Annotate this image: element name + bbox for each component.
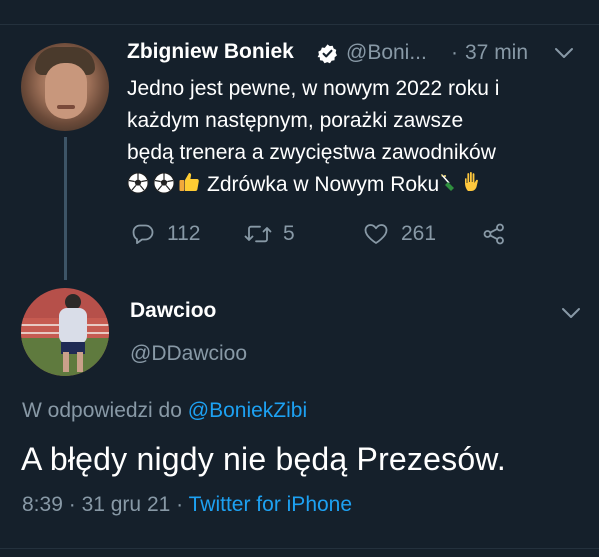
chevron-down-icon[interactable]	[553, 44, 575, 62]
retweet-action[interactable]: 5	[243, 218, 295, 250]
reply-icon	[132, 224, 154, 244]
avatar-dawcioo[interactable]	[21, 288, 109, 376]
parent-text-line-4: Zdrówka w Nowym Roku	[127, 169, 587, 201]
retweet-icon	[244, 225, 272, 243]
parent-text-line-2: każdym następnym, porażki zawsze	[127, 109, 464, 132]
reply-time[interactable]: 8:39	[22, 493, 63, 516]
source-app-link[interactable]: Twitter for iPhone	[189, 493, 352, 516]
top-divider	[0, 24, 599, 25]
raised-hand-icon	[465, 172, 479, 191]
reply-meta-line: 8:39 · 31 gru 21 · Twitter for iPhone	[22, 493, 352, 517]
avatar-boniek[interactable]	[21, 43, 109, 131]
replying-to-label: W odpowiedzi do	[22, 399, 182, 422]
parent-text-line-1: Jedno jest pewne, w nowym 2022 roku i	[127, 77, 500, 100]
parent-text-line-4-text: Zdrówka w Nowym Roku	[207, 173, 440, 196]
avatar-face	[45, 63, 87, 119]
reply-author-handle[interactable]: @DDawcioo	[130, 342, 247, 366]
like-count: 261	[401, 222, 437, 245]
champagne-icon	[441, 174, 455, 191]
like-action[interactable]: 261	[363, 218, 436, 250]
parent-action-bar: 112 5 261	[127, 218, 527, 250]
parent-timestamp[interactable]: 37 min	[465, 41, 528, 65]
verified-badge-icon	[317, 44, 337, 64]
share-icon	[483, 223, 504, 245]
soccer-ball-icon	[127, 172, 149, 194]
bottom-divider	[0, 548, 599, 549]
reply-count: 112	[167, 222, 201, 245]
avatar-runner-shirt	[59, 308, 87, 344]
chevron-down-icon[interactable]	[560, 304, 582, 322]
reply-action[interactable]: 112	[131, 218, 200, 250]
avatar-runner-leg	[77, 352, 83, 372]
parent-author-handle[interactable]: @Boni...	[346, 41, 427, 65]
thread-connector-line	[64, 137, 67, 280]
handle-time-separator: ·	[451, 41, 458, 64]
reply-author-name[interactable]: Dawcioo	[130, 299, 216, 323]
replying-to-line: W odpowiedzi do @BoniekZibi	[22, 399, 307, 423]
heart-icon	[364, 224, 388, 244]
parent-text-line-3: będą trenera a zwycięstwa zawodników	[127, 141, 496, 164]
soccer-ball-icon	[153, 172, 175, 194]
parent-author-name[interactable]: Zbigniew Boniek	[127, 40, 294, 64]
avatar-runner-leg	[63, 352, 69, 372]
reply-date[interactable]: 31 gru 21	[82, 493, 171, 516]
replying-to-mention-link[interactable]: @BoniekZibi	[188, 399, 307, 422]
retweet-count: 5	[283, 222, 295, 245]
reply-tweet-text: A błędy nigdy nie będą Prezesów.	[21, 441, 506, 477]
meta-separator: ·	[176, 493, 184, 516]
thumbs-up-icon	[179, 173, 199, 191]
avatar-mouth	[57, 105, 75, 109]
meta-separator: ·	[68, 493, 76, 516]
share-action[interactable]	[481, 218, 507, 250]
